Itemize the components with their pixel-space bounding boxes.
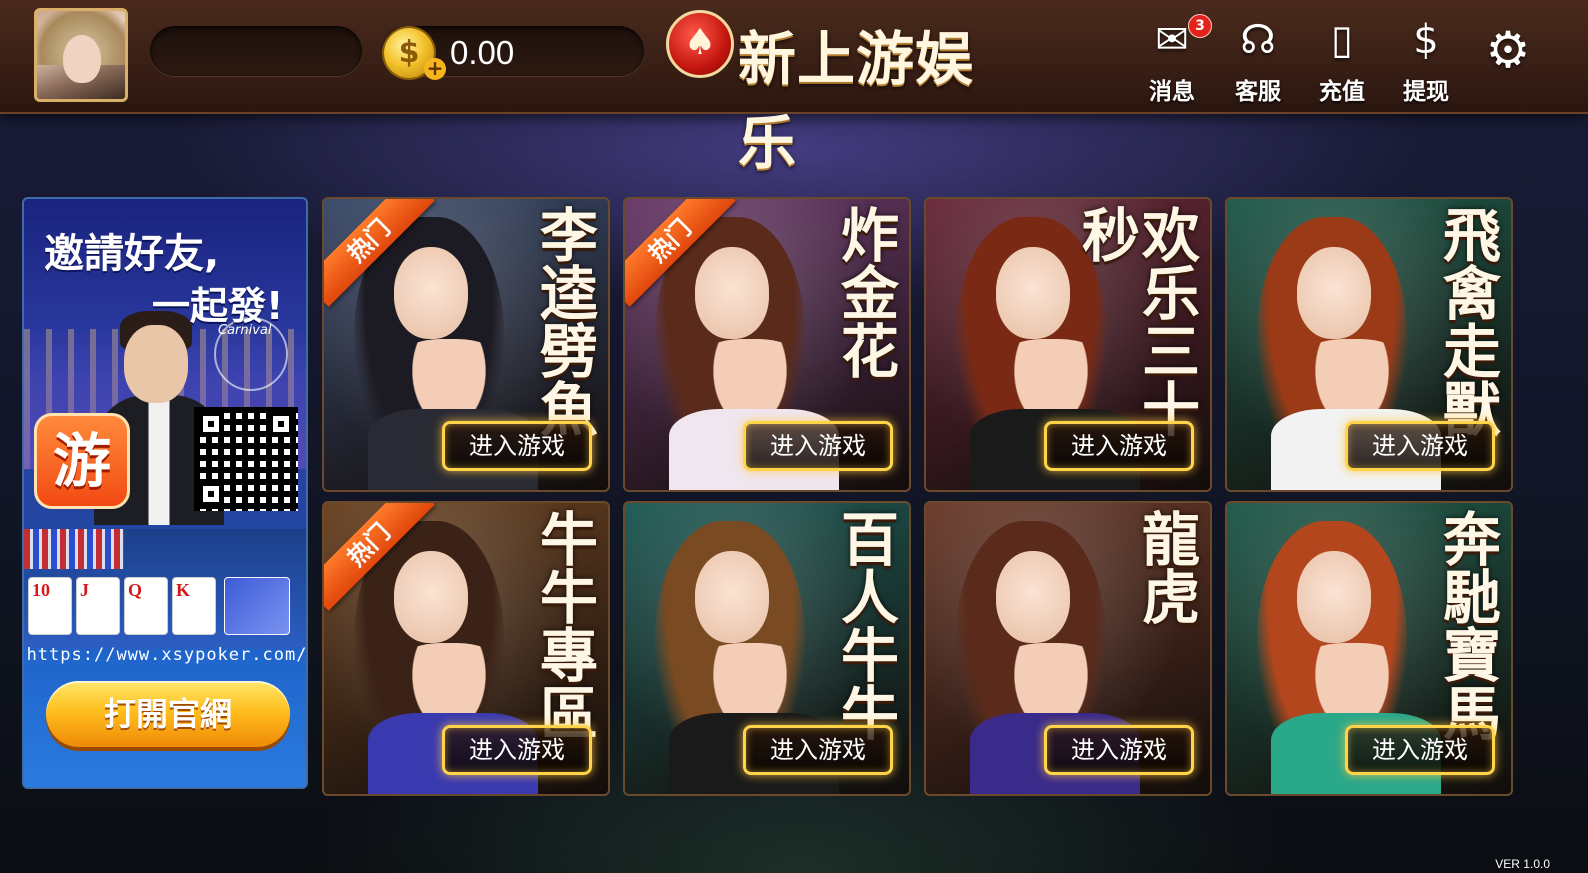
enter-game-button[interactable]: 进入游戏 — [1044, 421, 1194, 471]
customer-service-button[interactable]: ☊ 客服 — [1222, 12, 1294, 105]
add-coins-button[interactable]: + — [424, 58, 446, 80]
host-face — [124, 325, 188, 403]
card-back — [224, 577, 290, 635]
game-title: 百人牛牛 — [831, 509, 899, 741]
recharge-phone-icon: ▯ — [1330, 17, 1353, 63]
enter-game-button[interactable]: 进入游戏 — [442, 725, 592, 775]
settings-gear-icon[interactable]: ⚙ — [1480, 22, 1536, 78]
avatar[interactable] — [34, 8, 128, 102]
app-icon: 游 — [34, 413, 130, 509]
withdraw-button[interactable]: $ 提现 — [1390, 12, 1462, 105]
game-title: 飛禽走獸 — [1433, 205, 1501, 437]
qr-code-image — [194, 407, 298, 511]
customer-service-label: 客服 — [1235, 79, 1281, 105]
game-tile[interactable]: 龍虎进入游戏 — [924, 501, 1212, 796]
version-label: VER 1.0.0 — [1495, 857, 1550, 871]
game-tile[interactable]: 牛牛專區 热门 进入游戏 — [322, 501, 610, 796]
enter-game-button[interactable]: 进入游戏 — [1345, 725, 1495, 775]
enter-game-button[interactable]: 进入游戏 — [442, 421, 592, 471]
game-tile[interactable]: 炸金花 热门 进入游戏 — [623, 197, 911, 492]
open-official-site-button[interactable]: 打開官網 — [46, 681, 290, 747]
promo-url: https://www.xsypoker.com/ — [26, 645, 308, 665]
chip-stacks — [24, 529, 124, 569]
invite-promo-banner[interactable]: Carnival 邀請好友, 一起發! 游 10 J Q K https://w… — [22, 197, 308, 789]
character-face — [695, 247, 769, 339]
enter-game-button[interactable]: 进入游戏 — [1044, 725, 1194, 775]
playing-card: K — [172, 577, 216, 635]
game-title: 李逵劈魚 — [530, 205, 598, 437]
qr-finder — [268, 411, 294, 437]
headset-icon: ☊ — [1240, 17, 1276, 63]
game-tile[interactable]: 百人牛牛 进入游戏 — [623, 501, 911, 796]
game-title: 牛牛專區 — [530, 509, 598, 741]
enter-game-button[interactable]: 进入游戏 — [743, 421, 893, 471]
game-tile[interactable]: 飛禽走獸 进入游戏 — [1225, 197, 1513, 492]
character-face — [1297, 551, 1371, 643]
message-count-badge: 3 — [1188, 14, 1212, 38]
character-face — [996, 551, 1070, 643]
character-face — [394, 551, 468, 643]
player-name-field — [150, 26, 362, 76]
promo-title-line1: 邀請好友, — [44, 231, 220, 277]
spade-logo-icon: ♠ — [666, 10, 734, 78]
coin-balance: 0.00 — [450, 34, 515, 71]
playing-card: J — [76, 577, 120, 635]
messages-label: 消息 — [1149, 79, 1195, 105]
enter-game-button[interactable]: 进入游戏 — [1345, 421, 1495, 471]
character-face — [996, 247, 1070, 339]
playing-card: Q — [124, 577, 168, 635]
character-face — [394, 247, 468, 339]
withdraw-label: 提现 — [1403, 79, 1449, 105]
recharge-button[interactable]: ▯ 充值 — [1306, 12, 1378, 105]
enter-game-button[interactable]: 进入游戏 — [743, 725, 893, 775]
game-title: 炸金花 — [831, 205, 899, 379]
recharge-label: 充值 — [1319, 79, 1365, 105]
character-face — [1297, 247, 1371, 339]
qr-finder — [198, 481, 224, 507]
game-title: 奔馳寶馬 — [1433, 509, 1501, 741]
withdraw-coin-icon: $ — [1413, 17, 1439, 63]
app-logo: ♠ 新上游娱乐 — [666, 8, 1026, 177]
game-title: 龍虎 — [1132, 509, 1200, 625]
top-bar: $ + 0.00 ♠ 新上游娱乐 ✉ 消息 3 ☊ 客服 ▯ 充值 $ 提现 ⚙ — [0, 0, 1588, 177]
character-face — [695, 551, 769, 643]
playing-card: 10 — [28, 577, 72, 635]
game-tile[interactable]: 李逵劈魚 热门 进入游戏 — [322, 197, 610, 492]
game-tile[interactable]: 奔馳寶馬 进入游戏 — [1225, 501, 1513, 796]
qr-finder — [198, 411, 224, 437]
game-tile[interactable]: 欢乐三十秒 进入游戏 — [924, 197, 1212, 492]
avatar-face — [63, 35, 101, 83]
logo-text: 新上游娱乐 — [738, 25, 975, 177]
